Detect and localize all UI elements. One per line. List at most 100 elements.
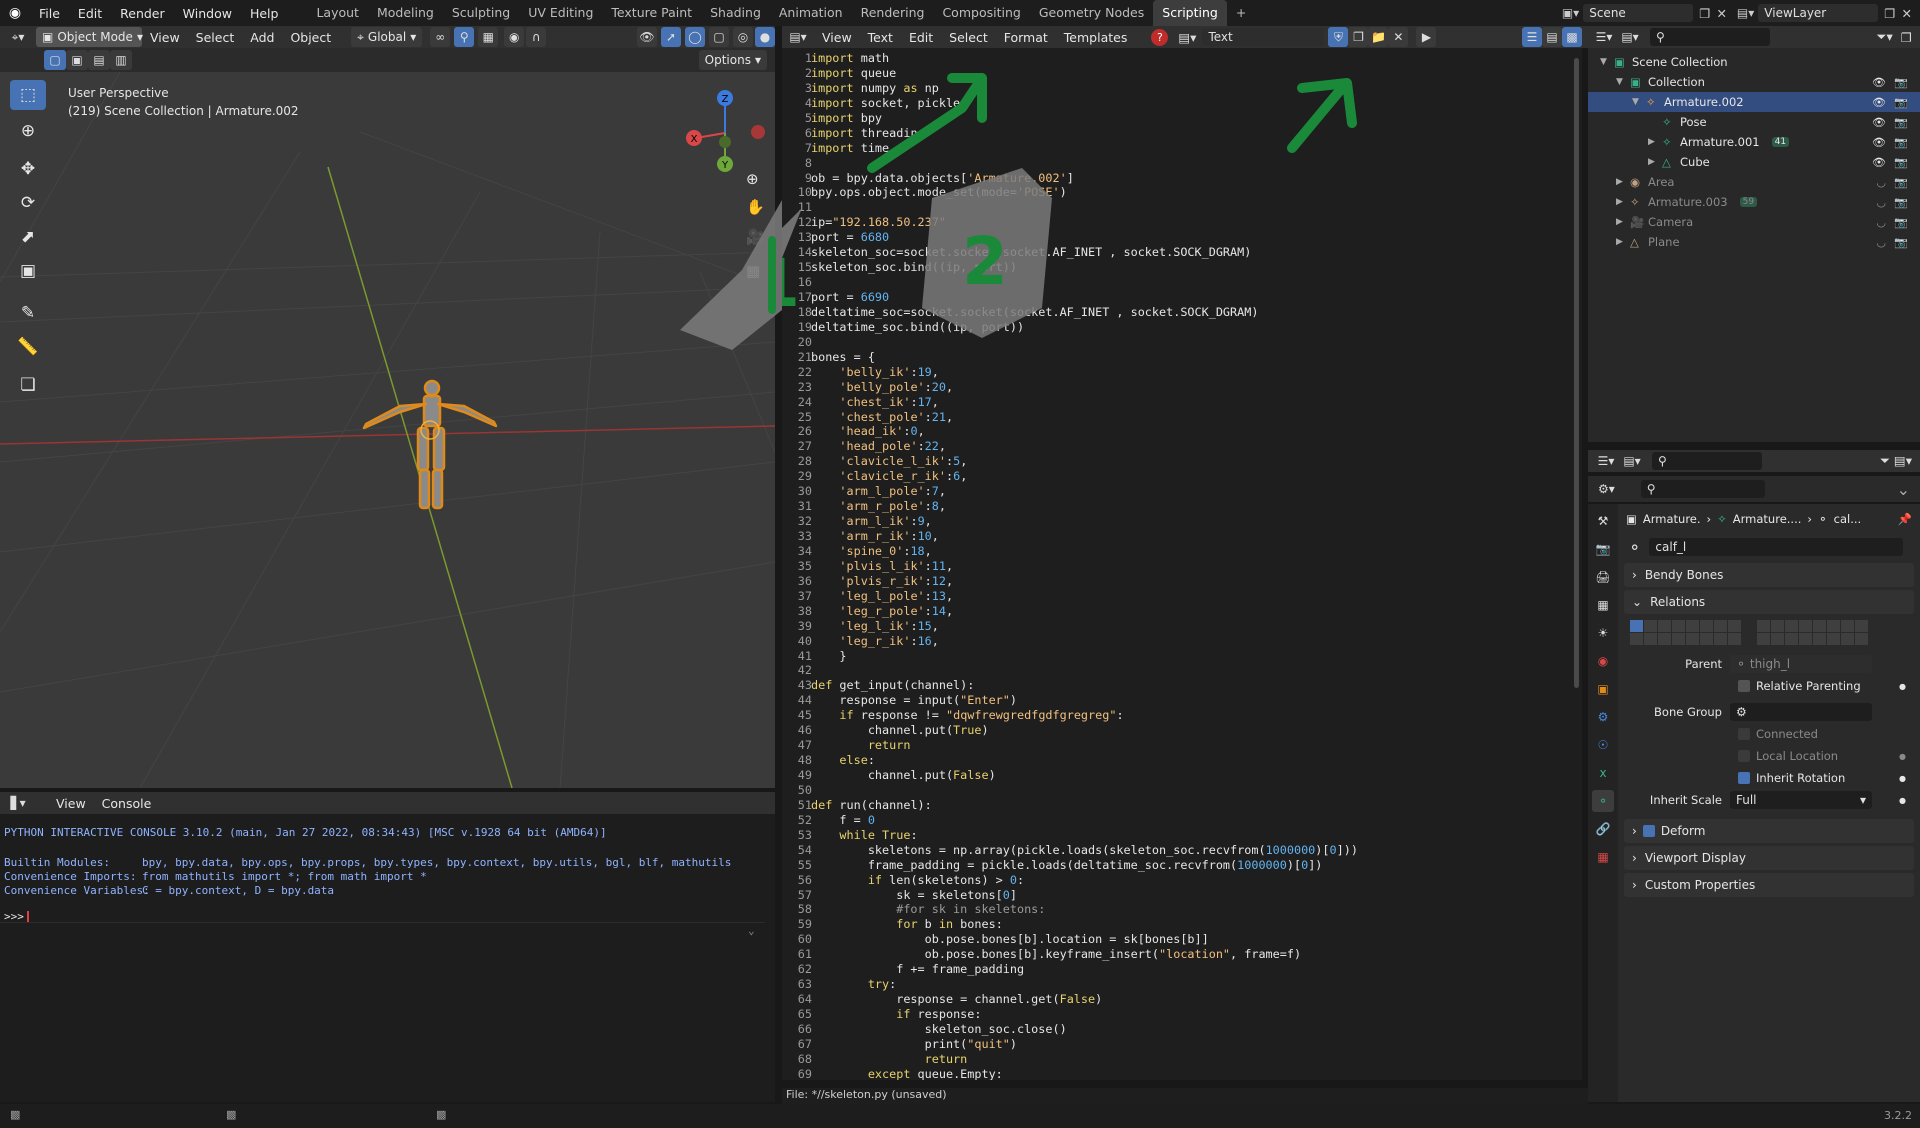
panel-viewport-display[interactable]: › Viewport Display	[1624, 846, 1914, 870]
relative-parenting-checkbox[interactable]	[1738, 680, 1750, 692]
code-line[interactable]: if response:	[811, 1007, 1358, 1022]
editor-type-icon[interactable]: ⌖▾	[8, 27, 28, 47]
console-editor-type-icon[interactable]: ▋▾	[8, 793, 28, 813]
tab-sculpting[interactable]: Sculpting	[443, 0, 519, 26]
pivot-icon[interactable]: ∞	[430, 27, 451, 47]
visibility-eye-icon[interactable]: ◡	[1876, 216, 1886, 229]
visibility-eye-icon[interactable]: ◡	[1876, 176, 1886, 189]
tab-rendering[interactable]: Rendering	[852, 0, 934, 26]
text-menu-edit[interactable]: Edit	[901, 30, 941, 45]
code-line[interactable]: response = input("Enter")	[811, 693, 1358, 708]
code-line[interactable]: f = 0	[811, 813, 1358, 828]
local-location-row[interactable]: Local Location ●	[1618, 745, 1920, 767]
outliner-item[interactable]: ▼ ✧ Armature.002 👁 📷	[1588, 92, 1920, 112]
render-camera-icon[interactable]: 📷	[1894, 156, 1908, 169]
bone-constraint-tab-icon[interactable]: 🔗	[1592, 818, 1614, 840]
outliner-item[interactable]: ▶ ✧ Armature.001 41 👁 📷	[1588, 132, 1920, 152]
code-line[interactable]: except queue.Empty:	[811, 1067, 1358, 1080]
syntax-highlight-toggle-icon[interactable]: ▩	[1562, 27, 1582, 47]
tab-scripting[interactable]: Scripting	[1153, 0, 1227, 26]
render-tab-icon[interactable]: 📷	[1592, 538, 1614, 560]
console-menu-view[interactable]: View	[48, 796, 94, 811]
word-wrap-toggle-icon[interactable]: ▤	[1542, 27, 1562, 47]
code-line[interactable]	[811, 663, 1358, 678]
code-line[interactable]: 'leg_r_pole':14,	[811, 604, 1358, 619]
code-line[interactable]: return	[811, 738, 1358, 753]
select-mode-new-icon[interactable]: ▢	[44, 50, 66, 70]
menu-edit[interactable]: Edit	[69, 6, 111, 21]
viewlayer-icon[interactable]: ▤▾	[1737, 6, 1754, 20]
options-dropdown[interactable]: Options ▾	[698, 50, 767, 70]
modifier-tab-icon[interactable]: ⚙	[1592, 706, 1614, 728]
collapse-chevron-icon[interactable]: ⌄	[1897, 480, 1910, 499]
collapse-chevron-icon[interactable]: ⌄	[748, 924, 755, 937]
outliner[interactable]: ▼ ▣ Scene Collection ▼ ▣ Collection 👁 📷 ▼ ✧ Armatu…	[1588, 48, 1920, 442]
local-location-checkbox[interactable]	[1738, 750, 1750, 762]
object-data-tab-icon[interactable]: x	[1592, 762, 1614, 784]
solid-shading-icon[interactable]: ●	[755, 27, 775, 47]
menu-help[interactable]: Help	[241, 6, 288, 21]
wireframe-shading-icon[interactable]: ◎	[733, 27, 753, 47]
select-mode-invert-icon[interactable]: ▥	[110, 50, 132, 70]
console-menu-console[interactable]: Console	[94, 796, 160, 811]
properties-search-input-2[interactable]: ⚲	[1640, 480, 1765, 498]
code-line[interactable]: while True:	[811, 828, 1358, 843]
scene-icon[interactable]: ▣▾	[1562, 6, 1579, 20]
code-line[interactable]: 'clavicle_l_ik':5,	[811, 454, 1358, 469]
code-line[interactable]: 'leg_r_ik':16,	[811, 634, 1358, 649]
code-line[interactable]: if len(skeletons) > 0:	[811, 873, 1358, 888]
bone-layers-grid[interactable]	[1630, 620, 1920, 645]
viewlayer-field[interactable]: ViewLayer	[1758, 4, 1879, 22]
code-line[interactable]: 'plvis_l_ik':11,	[811, 559, 1358, 574]
unlink-text-icon[interactable]: ✕	[1388, 27, 1409, 47]
properties-search-input-1[interactable]: ⚲	[1652, 452, 1762, 470]
code-line[interactable]: try:	[811, 977, 1358, 992]
panel-custom-properties[interactable]: › Custom Properties	[1624, 873, 1914, 897]
visibility-eye-icon[interactable]: 👁	[1872, 96, 1886, 109]
new-scene-icon[interactable]: ❐	[1699, 6, 1710, 21]
measure-tool-icon[interactable]: 📏	[10, 332, 46, 362]
text-menu-format[interactable]: Format	[996, 30, 1056, 45]
outliner-item[interactable]: ▶ △ Cube 👁 📷	[1588, 152, 1920, 172]
code-line[interactable]: def get_input(channel):	[811, 678, 1358, 693]
bone-group-field[interactable]: ⚙	[1730, 703, 1872, 721]
code-line[interactable]: ob.pose.bones[b].keyframe_insert("locati…	[811, 947, 1358, 962]
fake-user-shield-icon[interactable]: ⛨	[1328, 27, 1349, 47]
code-line[interactable]: #for sk in skeletons:	[811, 902, 1358, 917]
outliner-item[interactable]: ▶ ◉ Area ◡ 📷	[1588, 172, 1920, 192]
text-editor-type-icon[interactable]: ▤▾	[788, 27, 808, 47]
text-menu-view[interactable]: View	[814, 30, 860, 45]
texture-tab-icon[interactable]: ▦	[1592, 846, 1614, 868]
line-numbers-toggle-icon[interactable]: ☰	[1522, 27, 1542, 47]
code-line[interactable]: 'arm_r_ik':10,	[811, 529, 1358, 544]
filter-icon[interactable]: ⏷▾	[1877, 29, 1893, 45]
code-line[interactable]: 'arm_l_ik':9,	[811, 514, 1358, 529]
code-line[interactable]: 'spine_0':18,	[811, 544, 1358, 559]
code-line[interactable]: sk = skeletons[0]	[811, 888, 1358, 903]
code-line[interactable]: 'clavicle_r_ik':6,	[811, 469, 1358, 484]
tab-compositing[interactable]: Compositing	[933, 0, 1029, 26]
tab-geometry-nodes[interactable]: Geometry Nodes	[1030, 0, 1153, 26]
code-line[interactable]: 'leg_l_ik':15,	[811, 619, 1358, 634]
code-line[interactable]: for b in bones:	[811, 917, 1358, 932]
transform-tool-icon[interactable]: ▣	[10, 256, 46, 286]
falloff-icon[interactable]: ∩	[526, 27, 547, 47]
run-script-icon[interactable]: ▶	[1416, 27, 1437, 47]
text-name-field[interactable]: Text	[1202, 28, 1325, 46]
viewport-menu-object[interactable]: Object	[282, 30, 339, 45]
expand-toggle-icon[interactable]: ▼	[1600, 57, 1614, 67]
cursor-tool-icon[interactable]: ⊕	[10, 116, 46, 146]
select-mode-subtract-icon[interactable]: ▤	[88, 50, 110, 70]
panel-deform[interactable]: › Deform	[1624, 819, 1914, 843]
rotate-tool-icon[interactable]: ⟳	[10, 188, 46, 218]
expand-toggle-icon[interactable]: ▶	[1616, 217, 1630, 227]
code-line[interactable]: print("quit")	[811, 1037, 1358, 1052]
expand-toggle-icon[interactable]: ▶	[1616, 237, 1630, 247]
unsaved-warning-icon[interactable]: ?	[1151, 28, 1169, 46]
bone-name-field[interactable]: calf_l	[1649, 538, 1904, 556]
outliner-item[interactable]: ✧ Pose 👁 📷	[1588, 112, 1920, 132]
properties-editor-icon[interactable]: ⚙▾	[1598, 482, 1615, 496]
object-tab-icon[interactable]: ▣	[1592, 678, 1614, 700]
render-camera-icon[interactable]: 📷	[1894, 236, 1908, 249]
xray-icon[interactable]: ▢	[709, 27, 729, 47]
